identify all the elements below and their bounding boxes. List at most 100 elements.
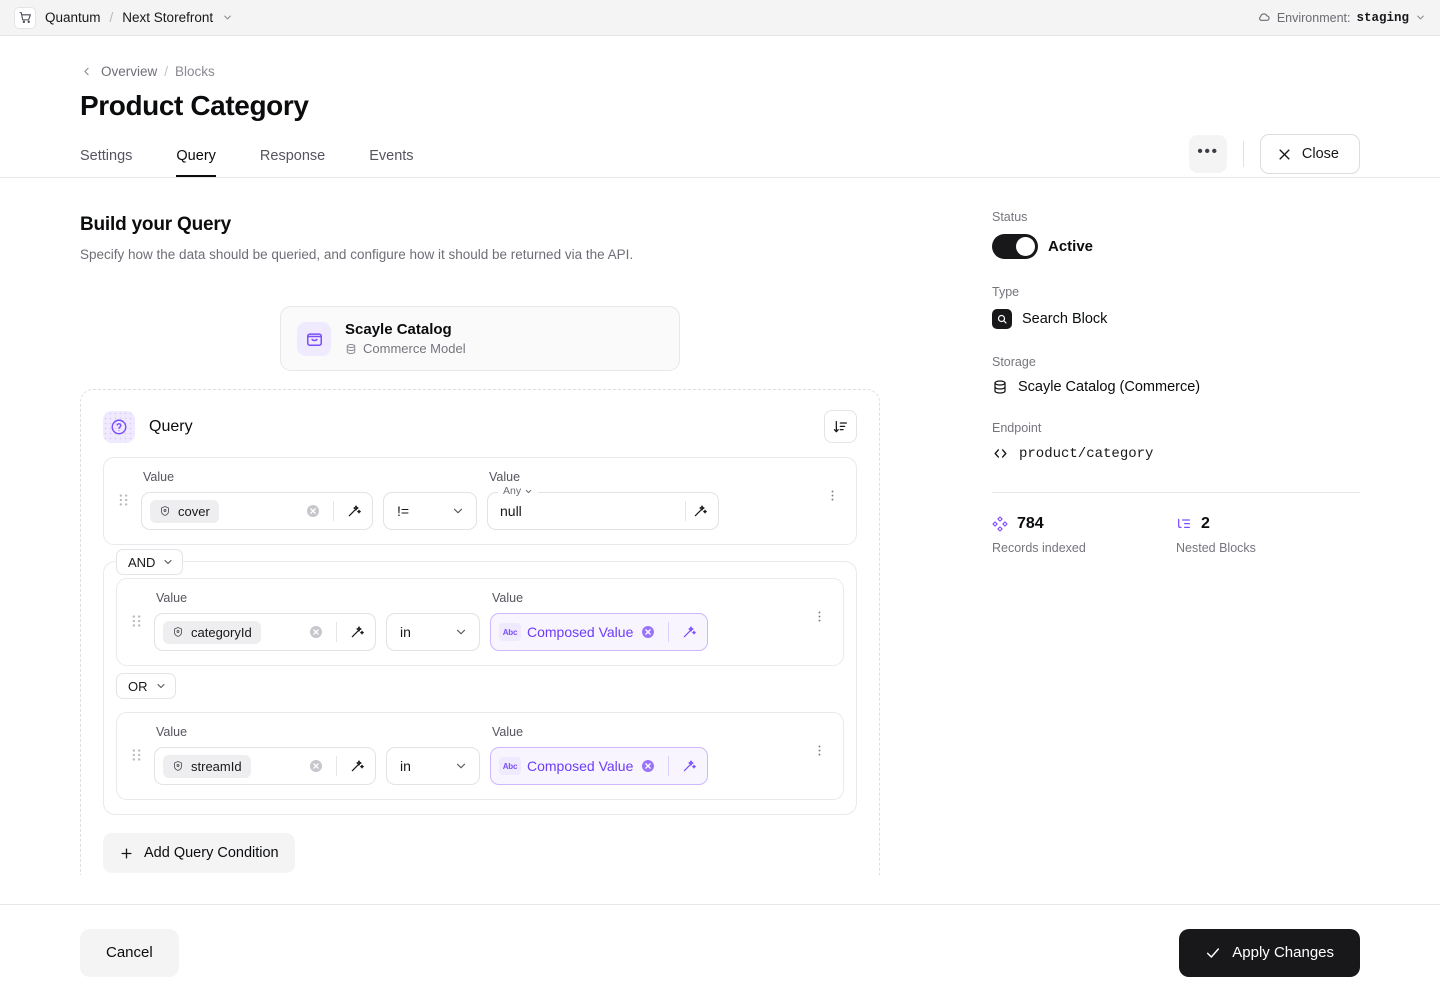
composed-value-field[interactable]: Abc Composed Value (490, 613, 708, 651)
drag-handle-icon[interactable] (131, 747, 142, 768)
condition-group: AND OR Value categoryId in Value Abc Com… (103, 549, 857, 815)
org-name[interactable]: Quantum (45, 10, 101, 25)
data-source-name: Scayle Catalog (345, 321, 452, 338)
database-icon (345, 343, 357, 355)
endpoint-value: product/category (1019, 445, 1154, 462)
page-header: Overview / Blocks Product Category ••• C… (0, 36, 1440, 178)
status-value-row: Active (992, 234, 1360, 259)
app-root: Quantum / Next Storefront Environment: s… (0, 0, 1440, 1000)
drag-handle-icon[interactable] (131, 613, 142, 634)
data-source-meta-label: Commerce Model (363, 341, 466, 356)
top-bar: Quantum / Next Storefront Environment: s… (0, 0, 1440, 36)
stat-records-indexed: 784 Records indexed (992, 515, 1176, 555)
status-value: Active (1048, 238, 1094, 255)
more-vertical-icon[interactable] (810, 609, 829, 629)
chevron-down-icon[interactable] (222, 12, 233, 23)
stat-value-row: 2 (1176, 515, 1360, 533)
environment-label: Environment: (1276, 10, 1351, 25)
drag-handle-icon[interactable] (118, 492, 129, 513)
magic-wand-icon[interactable] (346, 503, 368, 519)
field-label: Value (143, 470, 175, 484)
field-icon (172, 626, 184, 638)
value-type-select[interactable]: Any (498, 485, 539, 497)
more-vertical-icon[interactable] (823, 488, 842, 508)
breadcrumb-separator: / (109, 10, 114, 25)
left-operand-field[interactable]: streamId (154, 747, 376, 785)
apply-changes-button[interactable]: Apply Changes (1179, 928, 1360, 977)
page-title: Product Category (80, 90, 309, 121)
field-chip[interactable]: streamId (163, 754, 251, 778)
field-chip-label: cover (178, 503, 210, 519)
field-label: Value (156, 725, 188, 739)
query-card-header: Query (103, 406, 857, 457)
clear-circle-icon[interactable] (640, 758, 656, 774)
chevron-down-icon[interactable] (1415, 12, 1426, 23)
clear-circle-icon[interactable] (308, 758, 324, 774)
field-chip[interactable]: categoryId (163, 620, 261, 644)
nested-list-icon (1176, 516, 1192, 532)
shopping-cart-icon (14, 6, 36, 29)
clear-circle-icon[interactable] (305, 503, 321, 519)
stat-caption: Records indexed (992, 541, 1086, 555)
operator-select[interactable]: in (386, 613, 480, 651)
environment-switcher[interactable]: Environment: staging (1256, 10, 1426, 25)
magic-wand-icon[interactable] (349, 624, 371, 640)
page-body: Build your Query Specify how the data sh… (0, 178, 1440, 875)
condition-fields: Value categoryId in Value Abc Composed V… (154, 591, 798, 651)
group-connector-and[interactable]: AND (116, 549, 184, 575)
query-builder-panel: Build your Query Specify how the data sh… (0, 178, 960, 875)
breadcrumb-blocks[interactable]: Blocks (175, 64, 215, 79)
tab-response[interactable]: Response (260, 148, 325, 177)
project-name[interactable]: Next Storefront (122, 10, 213, 25)
add-query-condition-button[interactable]: Add Query Condition (103, 833, 295, 873)
breadcrumb-overview[interactable]: Overview (101, 64, 157, 79)
data-source-card[interactable]: Scayle Catalog Commerce Model (280, 306, 680, 371)
tab-query[interactable]: Query (176, 148, 216, 177)
group-connector-label: AND (128, 554, 156, 570)
magic-wand-icon[interactable] (692, 503, 714, 519)
left-operand-field[interactable]: categoryId (154, 613, 376, 651)
value-type-label: Any (503, 485, 522, 497)
operator-select[interactable]: in (386, 747, 480, 785)
field-label: Value (489, 470, 521, 484)
field-label: Value (492, 725, 524, 739)
field-chip[interactable]: cover (150, 499, 219, 523)
tab-settings[interactable]: Settings (80, 148, 132, 177)
more-options-button[interactable]: ••• (1188, 135, 1227, 173)
sort-descending-icon[interactable] (824, 410, 857, 443)
endpoint-value-row: product/category (992, 445, 1360, 462)
close-button[interactable]: Close (1259, 134, 1360, 174)
cancel-button[interactable]: Cancel (80, 928, 179, 977)
page-footer: Cancel Apply Changes (0, 904, 1440, 1000)
group-connector-or[interactable]: OR (116, 673, 176, 699)
details-sidebar: Status Active Type Search Block Storage (960, 178, 1440, 875)
more-vertical-icon[interactable] (810, 743, 829, 763)
composed-value-label: Composed Value (527, 758, 634, 774)
chevron-left-icon[interactable] (80, 65, 93, 78)
status-toggle[interactable] (992, 234, 1038, 259)
operator-value: != (397, 503, 410, 519)
section-subtitle: Specify how the data should be queried, … (80, 247, 634, 262)
operator-select[interactable]: != (383, 492, 477, 530)
value-input[interactable]: null (500, 503, 679, 519)
type-value-row: Search Block (992, 309, 1360, 329)
magic-wand-icon[interactable] (349, 758, 371, 774)
check-icon (1205, 945, 1221, 961)
magic-wand-icon[interactable] (681, 758, 703, 774)
blocks-diamond-icon (992, 516, 1008, 532)
clear-circle-icon[interactable] (308, 624, 324, 640)
clear-circle-icon[interactable] (640, 624, 656, 640)
field-chip-label: categoryId (191, 624, 252, 640)
right-operand-field[interactable]: Any null (487, 485, 719, 530)
chevron-down-icon (454, 625, 468, 639)
magic-wand-icon[interactable] (681, 624, 703, 640)
database-icon (992, 379, 1008, 395)
composed-value-field[interactable]: Abc Composed Value (490, 747, 708, 785)
breadcrumb: Overview / Blocks (80, 64, 1360, 79)
query-condition-row: Value categoryId in Value Abc Composed V… (116, 578, 844, 666)
breadcrumb-separator: / (164, 64, 169, 79)
condition-fields: Value streamId in Value Abc Composed Val… (154, 725, 798, 785)
tab-events[interactable]: Events (369, 148, 413, 177)
code-brackets-icon (992, 445, 1009, 462)
left-operand-field[interactable]: cover (141, 492, 373, 530)
